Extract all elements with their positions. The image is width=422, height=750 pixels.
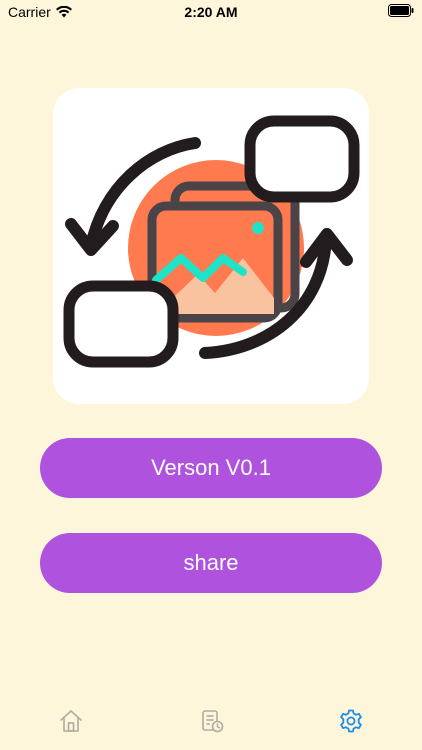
tab-history[interactable] — [197, 706, 227, 736]
app-icon-card — [53, 88, 369, 404]
history-icon — [202, 710, 224, 733]
tab-home[interactable] — [56, 706, 86, 736]
tab-settings[interactable] — [336, 706, 366, 736]
battery-icon — [388, 4, 414, 17]
status-right — [388, 4, 414, 20]
tab-bar — [0, 700, 422, 750]
version-button[interactable]: Verson V0.1 — [40, 438, 382, 498]
image-convert-icon — [63, 115, 360, 368]
share-button[interactable]: share — [40, 533, 382, 593]
home-icon — [60, 710, 82, 732]
status-time: 2:20 AM — [184, 4, 238, 20]
status-bar: Carrier 2:20 AM — [0, 0, 422, 24]
gear-icon — [340, 709, 362, 733]
